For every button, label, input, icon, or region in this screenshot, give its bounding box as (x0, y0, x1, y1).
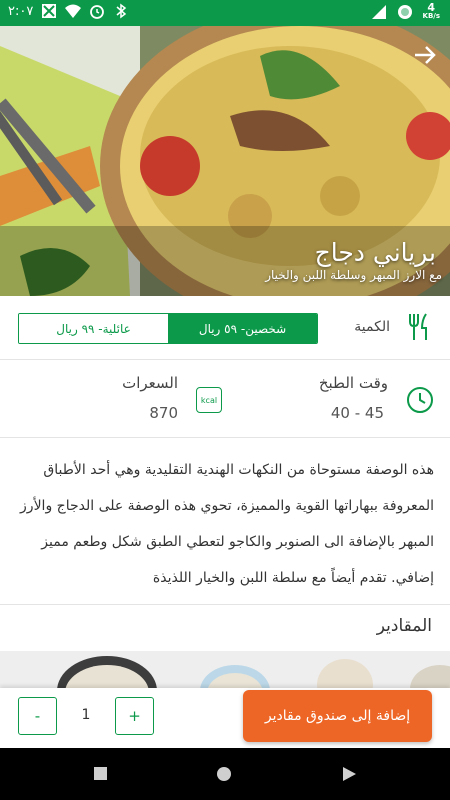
status-time: ٢:٠٧ (8, 3, 34, 19)
kcal-icon: kcal (196, 387, 222, 413)
signal-icon (371, 5, 386, 19)
recipe-info-row: وقت الطبخ 40 - 45 kcal السعرات 870 (0, 360, 450, 438)
android-nav-bar (0, 748, 450, 800)
option-family[interactable]: عائلية- ٩٩ ريال (19, 314, 168, 343)
cook-time-value: 40 - 45 (330, 404, 384, 422)
wifi-icon (65, 4, 82, 18)
recipe-subtitle: مع الارز المبهر وسلطة اللبن والخيار (265, 268, 442, 282)
quantity-selector-row: عائلية- ٩٩ ريال شخصين- ٥٩ ريال الكمية (0, 296, 450, 360)
add-to-cart-bar: - 1 + إضافة إلى صندوق مقادير (0, 688, 450, 748)
nav-home-icon[interactable] (216, 766, 232, 782)
cook-time-label: وقت الطبخ (318, 374, 388, 392)
nav-back-icon[interactable] (342, 766, 357, 782)
calories-value: 870 (149, 404, 178, 422)
status-bar: ٢:٠٧ 4 KB/s (0, 0, 450, 26)
ingredients-images (0, 651, 450, 691)
back-arrow-icon[interactable] (412, 42, 438, 68)
cutlery-icon (409, 313, 427, 340)
calories-label: السعرات (122, 374, 178, 392)
ingredients-photos (0, 651, 450, 691)
serving-size-toggle: عائلية- ٩٩ ريال شخصين- ٥٩ ريال (18, 313, 318, 344)
divider (0, 604, 450, 605)
cart-quantity: 1 (81, 707, 91, 723)
nav-recents-icon[interactable] (93, 766, 108, 781)
recipe-title: برياني دجاج (314, 238, 436, 267)
increase-quantity-button[interactable]: + (115, 697, 154, 735)
ingredients-title: المقادير (376, 616, 432, 636)
recipe-hero-image: برياني دجاج مع الارز المبهر وسلطة اللبن … (0, 26, 450, 296)
clock-icon (407, 387, 433, 413)
alarm-icon (90, 5, 105, 19)
quantity-label: الكمية (354, 319, 390, 335)
network-speed: 4 KB/s (422, 2, 440, 21)
network-speed-unit: KB/s (422, 12, 440, 20)
bluetooth-icon (116, 3, 127, 19)
add-to-box-button[interactable]: إضافة إلى صندوق مقادير (243, 690, 432, 742)
decrease-quantity-button[interactable]: - (18, 697, 57, 735)
wifi-off-icon (42, 4, 57, 18)
option-two-persons[interactable]: شخصين- ٥٩ ريال (168, 314, 317, 343)
recipe-description: هذه الوصفة مستوحاة من النكهات الهندية ال… (20, 462, 434, 586)
battery-saver-icon (397, 5, 412, 19)
